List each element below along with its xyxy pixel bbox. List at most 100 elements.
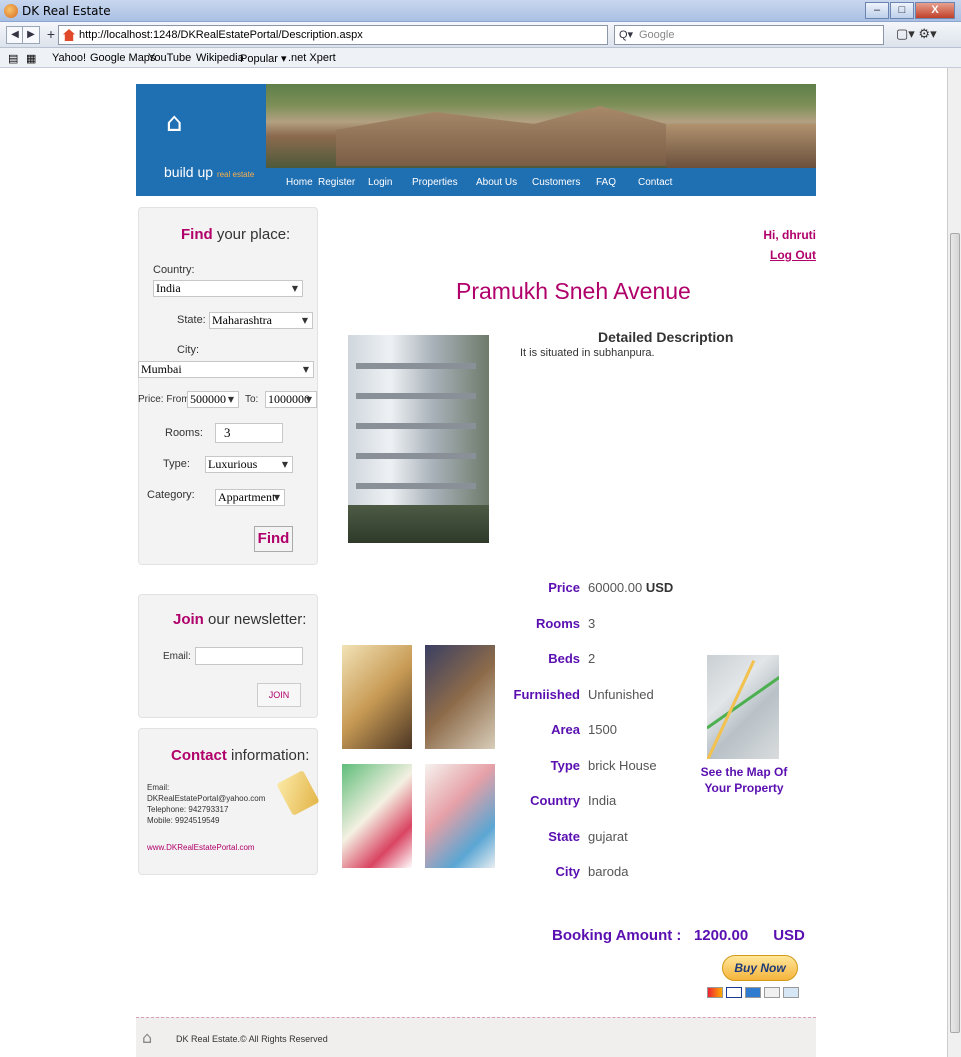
chevron-down-icon: ▼ xyxy=(227,395,234,404)
type-select[interactable]: Luxurious ▼ xyxy=(205,456,293,473)
map-caption-link[interactable]: See the Map Of Your Property xyxy=(686,764,802,796)
chevron-down-icon: ▼ xyxy=(273,493,280,502)
property-thumbnail-living-room[interactable] xyxy=(342,645,412,749)
menu-customers[interactable]: Customers xyxy=(532,177,580,188)
house-logo-icon: ⌂ xyxy=(166,108,183,138)
bookmark-youtube[interactable]: YouTube xyxy=(148,52,191,64)
detail-value: brick House xyxy=(588,757,657,773)
apps-icon[interactable]: ▦ xyxy=(26,52,36,65)
detail-key: City xyxy=(555,864,580,879)
bookmark-popular[interactable]: Popular ▾ xyxy=(240,52,287,65)
booking-currency: USD xyxy=(773,927,805,944)
property-thumbnail-room[interactable] xyxy=(425,764,495,868)
find-panel: Find your place: Country: India ▼ State: … xyxy=(138,207,318,565)
rooms-label: Rooms: xyxy=(165,427,203,439)
detail-value: baroda xyxy=(588,864,629,879)
menu-home[interactable]: Home xyxy=(286,177,313,188)
search-icon: Q▾ xyxy=(619,29,634,41)
navigation-toolbar: ◀ ▶ + http://localhost:1248/DKRealEstate… xyxy=(0,22,961,48)
chevron-down-icon: ▼ xyxy=(305,395,312,404)
user-greeting: Hi, dhruti xyxy=(763,228,816,242)
property-map-image[interactable] xyxy=(707,655,779,759)
site-header: ⌂ build up real estate Home Register Log… xyxy=(136,84,816,196)
newsletter-email-label: Email: xyxy=(163,651,191,662)
bookmark-net-xpert[interactable]: .net Xpert xyxy=(288,52,336,64)
newsletter-email-input[interactable] xyxy=(195,647,303,665)
newsletter-panel: Join our newsletter: Email: JOIN xyxy=(138,594,318,718)
bookmark-wikipedia[interactable]: Wikipedia xyxy=(196,52,244,64)
price-to-label: To: xyxy=(245,394,259,405)
vertical-scrollbar[interactable] xyxy=(947,68,961,1057)
detail-key: State xyxy=(548,828,580,844)
scrollbar-thumb[interactable] xyxy=(950,233,960,1033)
join-button[interactable]: JOIN xyxy=(257,683,301,707)
chevron-down-icon: ▼ xyxy=(291,284,298,293)
menu-properties[interactable]: Properties xyxy=(412,177,458,188)
bookmarks-bar: ▤ ▦ Yahoo! Google Maps YouTube Wikipedia… xyxy=(0,48,961,68)
toolbar-icons[interactable]: ▢▾ ⚙▾ xyxy=(896,26,937,42)
detail-key: Furniished xyxy=(513,686,580,702)
chevron-down-icon: ▼ xyxy=(302,365,309,374)
booking-amount: Booking Amount : 1200.00 USD xyxy=(552,927,805,944)
contact-telephone: Telephone: 942793317 xyxy=(147,805,229,814)
footer-logo-icon: ⌂ xyxy=(142,1028,153,1047)
contact-panel: Contact information: Email: DKRealEstate… xyxy=(138,728,320,875)
forward-button[interactable]: ▶ xyxy=(22,26,40,44)
booking-value: 1200.00 xyxy=(693,927,749,944)
bookmarks-icon[interactable]: ▤ xyxy=(8,52,18,65)
window-titlebar: DK Real Estate – □ X xyxy=(0,0,961,22)
state-select[interactable]: Maharashtra ▼ xyxy=(209,312,313,329)
buy-now-button[interactable]: Buy Now xyxy=(722,955,798,981)
search-box[interactable]: Q▾ Google xyxy=(614,25,884,45)
menu-contact[interactable]: Contact xyxy=(638,177,672,188)
detail-key: Country xyxy=(530,793,580,808)
contact-mobile: Mobile: 9924519549 xyxy=(147,816,220,825)
contact-website-link[interactable]: www.DKRealEstatePortal.com xyxy=(147,843,255,852)
detail-value: 60000.00 USD xyxy=(588,580,674,595)
firefox-icon xyxy=(4,4,18,18)
contact-title: Contact information: xyxy=(171,747,310,764)
menu-about-us[interactable]: About Us xyxy=(476,177,517,188)
find-button[interactable]: Find xyxy=(254,526,293,552)
bookmark-yahoo[interactable]: Yahoo! xyxy=(52,52,86,64)
price-label: Price: From: xyxy=(138,394,193,405)
minimize-button[interactable]: – xyxy=(865,2,889,19)
detail-value: 2 xyxy=(588,651,596,666)
detail-value: 1500 xyxy=(588,722,617,737)
property-title: Pramukh Sneh Avenue xyxy=(456,278,691,304)
chevron-down-icon: ▼ xyxy=(281,460,288,469)
state-label: State: xyxy=(177,314,206,326)
logout-link[interactable]: Log Out xyxy=(740,248,816,262)
price-from-select[interactable]: 500000 ▼ xyxy=(187,391,239,408)
url-bar[interactable]: http://localhost:1248/DKRealEstatePortal… xyxy=(58,25,649,45)
find-panel-title: Find your place: xyxy=(181,226,291,243)
footer-copyright: DK Real Estate.© All Rights Reserved xyxy=(176,1034,328,1044)
menu-login[interactable]: Login xyxy=(368,177,392,188)
country-label: Country: xyxy=(153,264,195,276)
bookmark-google-maps[interactable]: Google Maps xyxy=(90,52,155,64)
discover-icon xyxy=(764,987,780,998)
bank-icon xyxy=(783,987,799,998)
property-main-image xyxy=(348,335,489,543)
city-label: City: xyxy=(177,344,199,356)
category-select[interactable]: Appartment ▼ xyxy=(215,489,285,506)
detail-key: Type xyxy=(550,757,580,773)
booking-label: Booking Amount : xyxy=(552,927,682,944)
maximize-button[interactable]: □ xyxy=(890,2,914,19)
menu-faq[interactable]: FAQ xyxy=(596,177,616,188)
country-select[interactable]: India ▼ xyxy=(153,280,303,297)
logo[interactable]: ⌂ build up real estate xyxy=(136,84,266,196)
mastercard-icon xyxy=(707,987,723,998)
detail-value: Unfunished xyxy=(588,686,654,702)
description-text: It is situated in subhanpura. xyxy=(520,347,655,359)
site-footer: ⌂ DK Real Estate.© All Rights Reserved xyxy=(136,1017,816,1057)
site-icon xyxy=(63,29,75,41)
property-thumbnail-bedroom[interactable] xyxy=(342,764,412,868)
price-to-select[interactable]: 1000000 ▼ xyxy=(265,391,317,408)
logo-text: build up xyxy=(164,164,214,180)
menu-register[interactable]: Register xyxy=(318,177,355,188)
city-select[interactable]: Mumbai ▼ xyxy=(138,361,314,378)
close-button[interactable]: X xyxy=(915,2,955,19)
detail-key: Price xyxy=(548,580,580,595)
rooms-input[interactable]: 3 xyxy=(215,423,283,443)
